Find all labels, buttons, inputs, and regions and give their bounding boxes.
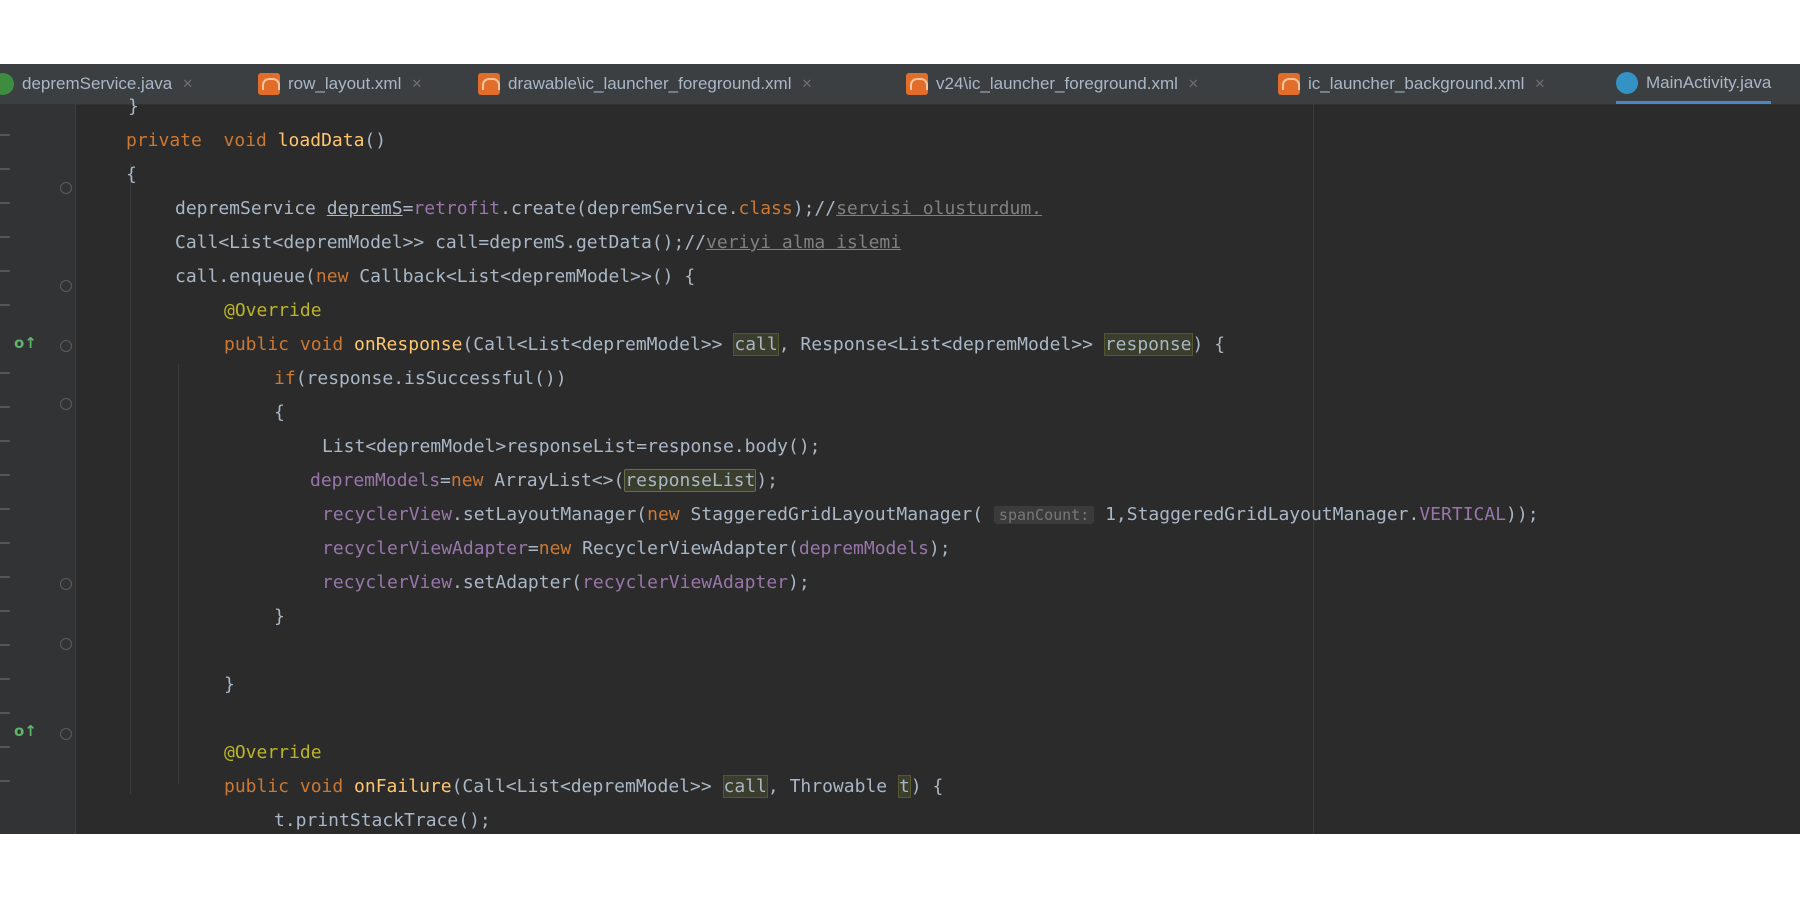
java-file-icon xyxy=(0,73,14,95)
tab-drawable-launcher-foreground[interactable]: drawable\ic_launcher_foreground.xml ✕ xyxy=(478,64,812,104)
code-line: { xyxy=(126,164,137,185)
tab-row-layout[interactable]: row_layout.xml ✕ xyxy=(258,64,422,104)
code-line: public void onFailure(Call<List<depremMo… xyxy=(224,775,944,798)
close-icon[interactable]: ✕ xyxy=(1188,76,1199,92)
code-line: recyclerView.setLayoutManager(new Stagge… xyxy=(322,504,1539,525)
editor-window: depremService.java ✕ row_layout.xml ✕ dr… xyxy=(0,64,1800,834)
tab-label: ic_launcher_background.xml xyxy=(1308,74,1525,93)
code-line: call.enqueue(new Callback<List<depremMod… xyxy=(175,266,696,287)
editor-tab-bar: depremService.java ✕ row_layout.xml ✕ dr… xyxy=(0,64,1800,105)
code-line: recyclerViewAdapter=new RecyclerViewAdap… xyxy=(322,538,951,559)
close-icon[interactable]: ✕ xyxy=(1534,76,1545,92)
xml-file-icon xyxy=(1278,73,1300,95)
tab-label: MainActivity.java xyxy=(1646,72,1772,92)
tab-launcher-background[interactable]: ic_launcher_background.xml ✕ xyxy=(1278,64,1545,104)
close-icon[interactable]: ✕ xyxy=(182,76,193,92)
tab-label: depremService.java xyxy=(22,74,173,93)
tab-mainactivity[interactable]: MainActivity.java xyxy=(1616,64,1772,104)
code-line: } xyxy=(274,606,285,627)
tab-label: drawable\ic_launcher_foreground.xml xyxy=(508,74,792,93)
close-icon[interactable]: ✕ xyxy=(802,76,813,92)
code-line: public void onResponse(Call<List<depremM… xyxy=(224,333,1226,356)
code-line: recyclerView.setAdapter(recyclerViewAdap… xyxy=(322,572,810,593)
code-editor[interactable]: } private void loadData() { depremServic… xyxy=(0,96,1800,834)
code-line: { xyxy=(274,402,285,423)
xml-file-icon xyxy=(906,73,928,95)
code-line: depremModels=new ArrayList<>(responseLis… xyxy=(310,469,779,492)
code-line: } xyxy=(128,96,139,117)
tab-v24-launcher-foreground[interactable]: v24\ic_launcher_foreground.xml ✕ xyxy=(906,64,1199,104)
code-line: if(response.isSuccessful()) xyxy=(274,368,567,389)
xml-file-icon xyxy=(258,73,280,95)
code-line: private void loadData() xyxy=(126,130,387,151)
code-line: } xyxy=(224,674,235,695)
tab-depremservice[interactable]: depremService.java ✕ xyxy=(0,64,193,104)
tab-label: row_layout.xml xyxy=(288,74,402,93)
code-line: @Override xyxy=(224,300,322,321)
code-line: t.printStackTrace(); xyxy=(274,810,491,831)
code-line: Call<List<depremModel>> call=depremS.get… xyxy=(175,232,902,253)
class-file-icon xyxy=(1616,71,1638,94)
tab-label: v24\ic_launcher_foreground.xml xyxy=(936,74,1178,93)
code-line: depremService depremS=retrofit.create(de… xyxy=(175,198,1042,219)
close-icon[interactable]: ✕ xyxy=(411,76,422,92)
code-line: @Override xyxy=(224,742,322,763)
xml-file-icon xyxy=(478,73,500,95)
code-line: List<depremModel>responseList=response.b… xyxy=(322,436,821,457)
